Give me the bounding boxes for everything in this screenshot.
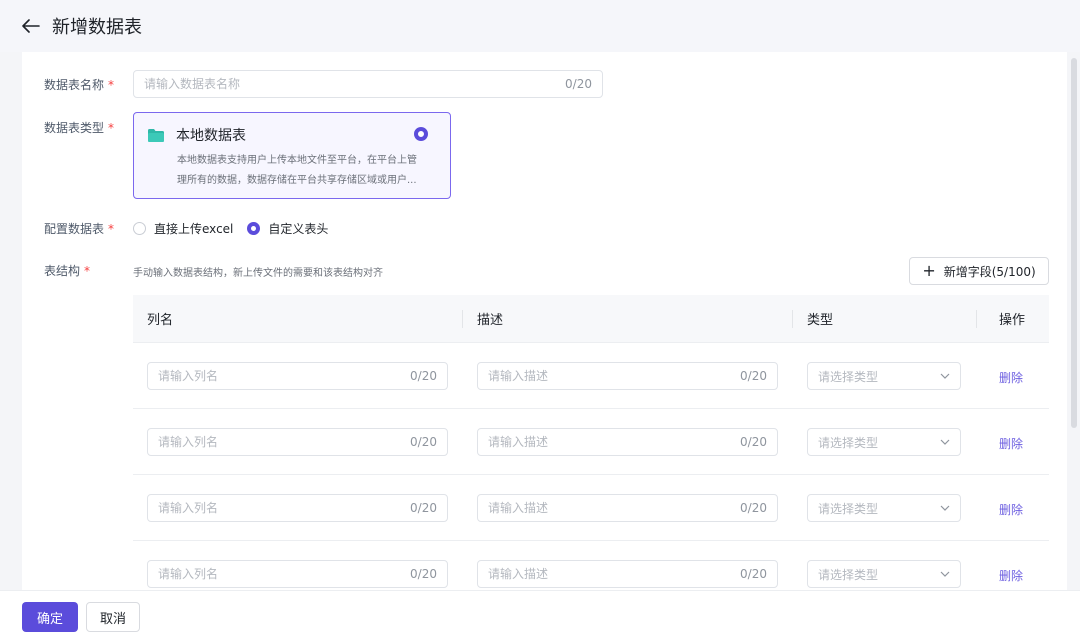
plus-icon: + [922, 261, 936, 280]
type-label: 数据表类型 * [44, 119, 114, 136]
form-card: 数据表名称 * 0/20 数据表类型 * 本地数据表 本地数据表支持用户上传本地… [22, 52, 1067, 590]
add-field-button[interactable]: + 新增字段(5/100) [909, 257, 1049, 285]
radio-unchecked-icon[interactable] [133, 222, 146, 235]
folder-icon [148, 128, 164, 142]
char-counter: 0/20 [410, 369, 437, 383]
local-table-option[interactable]: 本地数据表 本地数据表支持用户上传本地文件至平台，在平台上管 理所有的数据，数据… [133, 112, 451, 199]
column-name-input[interactable] [158, 501, 405, 515]
config-label-text: 配置数据表 [44, 222, 105, 236]
structure-hint: 手动输入数据表结构，新上传文件的需要和该表结构对齐 [133, 268, 383, 279]
required-mark: * [108, 77, 115, 92]
column-name-input[interactable] [158, 567, 405, 581]
arrow-left-icon[interactable] [22, 16, 42, 36]
name-label: 数据表名称 * [44, 76, 114, 93]
type-select-placeholder: 请选择类型 [818, 567, 879, 582]
column-desc-input[interactable] [488, 435, 735, 449]
char-counter: 0/20 [740, 567, 767, 581]
radio-custom-header-label: 自定义表头 [268, 222, 329, 236]
table-name-input[interactable] [144, 77, 560, 91]
table-row: 0/20 0/20 请选择类型 删除 [133, 409, 1049, 475]
required-mark: * [84, 263, 91, 278]
type-select-placeholder: 请选择类型 [818, 369, 879, 384]
column-desc-field[interactable]: 0/20 [477, 428, 778, 456]
name-label-text: 数据表名称 [44, 78, 105, 92]
cancel-button[interactable]: 取消 [86, 602, 140, 632]
column-desc-input[interactable] [488, 369, 735, 383]
chevron-down-icon [940, 373, 950, 379]
radio-selected-icon[interactable] [414, 127, 428, 141]
column-type-select[interactable]: 请选择类型 [807, 494, 961, 522]
page-title: 新增数据表 [52, 17, 142, 38]
form-footer: 确定 取消 [0, 590, 1080, 643]
column-header-action: 操作 [999, 313, 1026, 328]
radio-checked-icon[interactable] [247, 222, 261, 235]
char-counter: 0/20 [565, 77, 592, 91]
required-mark: * [108, 221, 115, 236]
column-header-type: 类型 [807, 313, 834, 328]
confirm-button[interactable]: 确定 [22, 602, 78, 632]
add-field-label: 新增字段(5/100) [943, 264, 1036, 279]
table-name-field[interactable]: 0/20 [133, 70, 603, 98]
config-label: 配置数据表 * [44, 220, 114, 237]
type-select-placeholder: 请选择类型 [818, 501, 879, 516]
radio-upload-excel[interactable]: 直接上传excel [133, 220, 233, 237]
char-counter: 0/20 [410, 501, 437, 515]
column-desc-field[interactable]: 0/20 [477, 362, 778, 390]
delete-row-button[interactable]: 删除 [999, 567, 1023, 584]
column-desc-input[interactable] [488, 567, 735, 581]
column-desc-field[interactable]: 0/20 [477, 494, 778, 522]
delete-row-button[interactable]: 删除 [999, 501, 1023, 518]
structure-label-text: 表结构 [44, 264, 81, 278]
chevron-down-icon [940, 439, 950, 445]
column-header-desc: 描述 [477, 313, 504, 328]
required-mark: * [108, 120, 115, 135]
column-header-name: 列名 [147, 313, 174, 328]
char-counter: 0/20 [740, 369, 767, 383]
chevron-down-icon [940, 571, 950, 577]
type-select-placeholder: 请选择类型 [818, 435, 879, 450]
radio-custom-header[interactable]: 自定义表头 [247, 220, 328, 237]
delete-row-button[interactable]: 删除 [999, 435, 1023, 452]
column-name-input[interactable] [158, 435, 405, 449]
type-label-text: 数据表类型 [44, 121, 105, 135]
vertical-scrollbar[interactable] [1071, 58, 1077, 428]
column-type-select[interactable]: 请选择类型 [807, 428, 961, 456]
table-row: 0/20 0/20 请选择类型 删除 [133, 541, 1049, 590]
column-divider [792, 310, 793, 328]
char-counter: 0/20 [410, 435, 437, 449]
char-counter: 0/20 [740, 501, 767, 515]
config-radio-group: 直接上传excel 自定义表头 [133, 220, 342, 237]
column-name-field[interactable]: 0/20 [147, 560, 448, 588]
column-type-select[interactable]: 请选择类型 [807, 560, 961, 588]
delete-row-button[interactable]: 删除 [999, 369, 1023, 386]
char-counter: 0/20 [410, 567, 437, 581]
structure-table: 列名 描述 类型 操作 0/20 0/20 请选择类型 删除 [133, 295, 1049, 590]
page-header: 新增数据表 [0, 0, 1080, 52]
char-counter: 0/20 [740, 435, 767, 449]
column-desc-input[interactable] [488, 501, 735, 515]
table-row: 0/20 0/20 请选择类型 删除 [133, 343, 1049, 409]
column-divider [976, 310, 977, 328]
column-name-input[interactable] [158, 369, 405, 383]
table-row: 0/20 0/20 请选择类型 删除 [133, 475, 1049, 541]
local-table-desc-line2: 理所有的数据，数据存储在平台共享存储区域或用户... [177, 175, 417, 186]
column-divider [462, 310, 463, 328]
local-table-desc-line1: 本地数据表支持用户上传本地文件至平台，在平台上管 [177, 155, 417, 166]
column-type-select[interactable]: 请选择类型 [807, 362, 961, 390]
column-name-field[interactable]: 0/20 [147, 428, 448, 456]
column-name-field[interactable]: 0/20 [147, 362, 448, 390]
table-header: 列名 描述 类型 操作 [133, 295, 1049, 343]
column-name-field[interactable]: 0/20 [147, 494, 448, 522]
structure-label: 表结构 * [44, 262, 90, 279]
chevron-down-icon [940, 505, 950, 511]
local-table-title: 本地数据表 [176, 128, 246, 144]
column-desc-field[interactable]: 0/20 [477, 560, 778, 588]
radio-upload-excel-label: 直接上传excel [154, 222, 234, 236]
